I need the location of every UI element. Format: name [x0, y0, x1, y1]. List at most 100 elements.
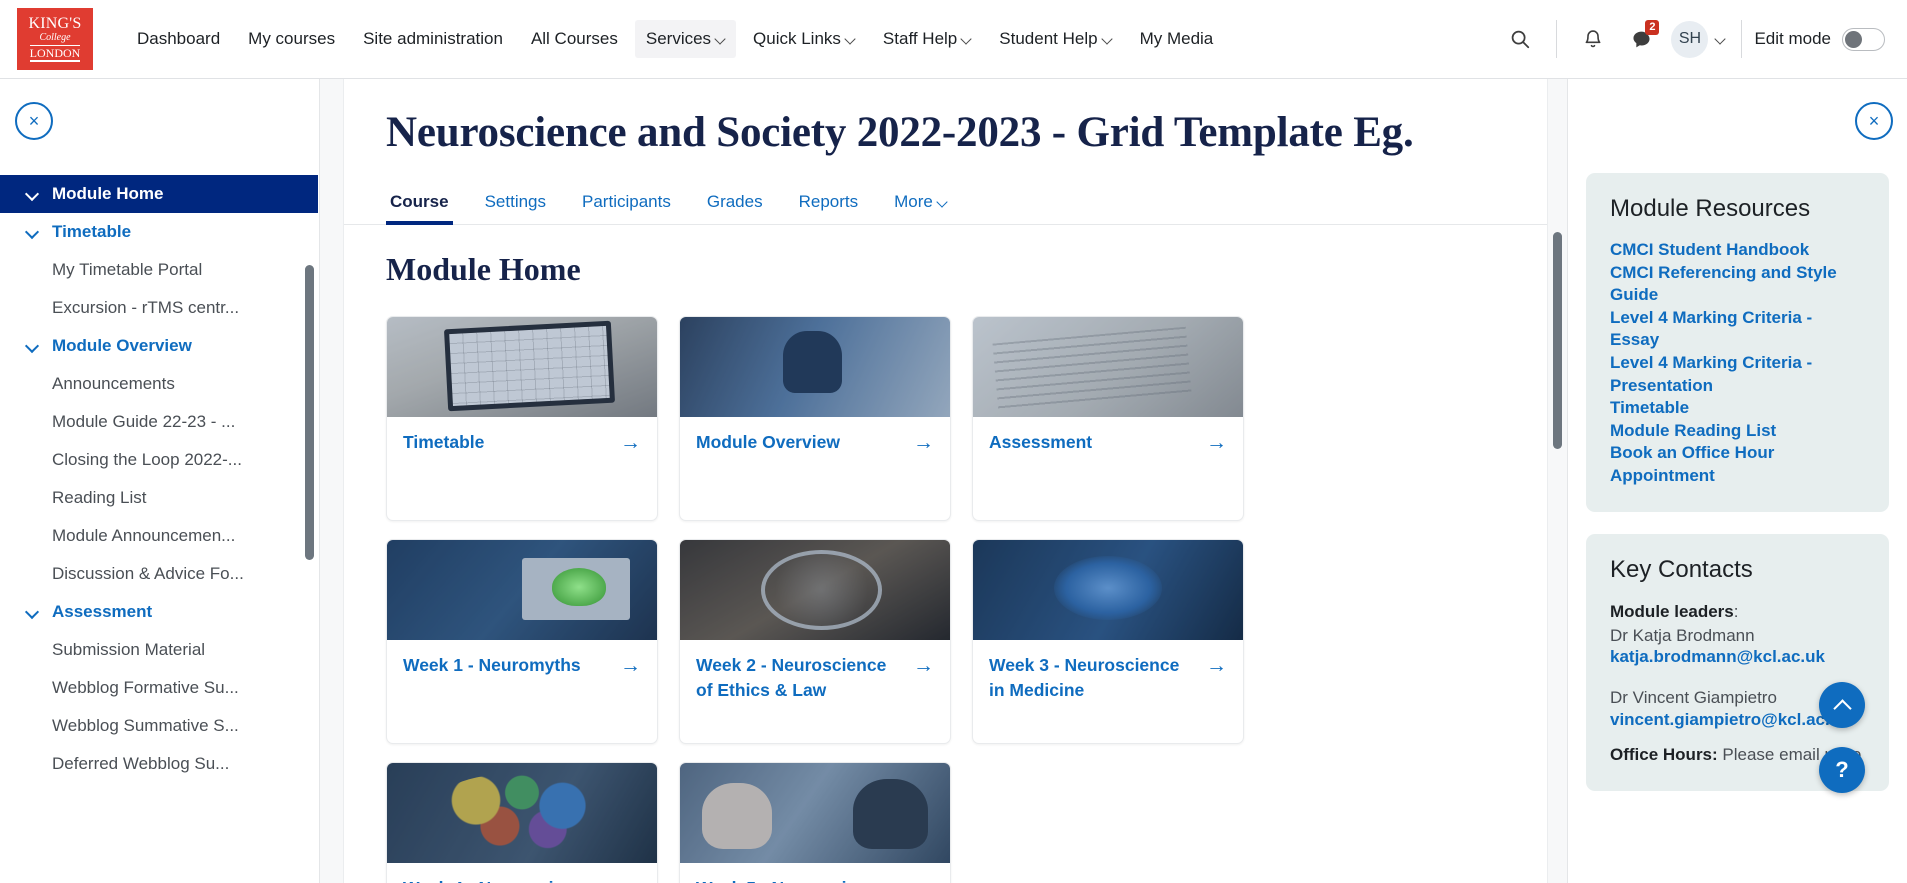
module-resource-link[interactable]: CMCI Student Handbook — [1610, 239, 1865, 262]
course-index-item-submission-material[interactable]: Submission Material — [0, 631, 318, 669]
course-index-item-webblog-summative-s[interactable]: Webblog Summative S... — [0, 707, 318, 745]
grid-card[interactable]: Week 5 - Neuroscience of Economics → — [679, 762, 951, 883]
contact-1-email[interactable]: katja.brodmann@kcl.ac.uk — [1610, 647, 1825, 666]
tab-settings[interactable]: Settings — [481, 192, 550, 224]
grid-card-title[interactable]: Module Overview — [696, 430, 905, 503]
grid-card-body: Week 5 - Neuroscience of Economics → — [680, 863, 950, 883]
image-overlay — [387, 763, 657, 863]
main-content-region: Neuroscience and Society 2022-2023 - Gri… — [320, 79, 1567, 883]
module-resource-link[interactable]: CMCI Referencing and Style Guide — [1610, 262, 1865, 307]
arrow-right-icon[interactable]: → — [1206, 430, 1227, 503]
course-index-item-deferred-webblog-su[interactable]: Deferred Webblog Su... — [0, 745, 318, 783]
kings-college-london-logo[interactable]: KING'S College LONDON — [17, 8, 93, 70]
arrow-right-icon[interactable]: → — [620, 430, 641, 503]
tab-label: Reports — [798, 192, 859, 211]
module-resource-link[interactable]: Level 4 Marking Criteria - Essay — [1610, 307, 1865, 352]
module-resources-links: CMCI Student Handbook CMCI Referencing an… — [1610, 239, 1865, 488]
contact-2-email[interactable]: vincent.giampietro@kcl.ac.uk — [1610, 710, 1850, 729]
office-hours-spacer — [1610, 730, 1865, 743]
arrow-right-icon[interactable]: → — [913, 430, 934, 503]
grid-card-title[interactable]: Week 2 - Neuroscience of Ethics & Law — [696, 653, 905, 726]
course-index-item-label: Reading List — [52, 488, 147, 507]
course-index-item-module-overview[interactable]: Module Overview — [0, 327, 318, 365]
tab-grades[interactable]: Grades — [703, 192, 767, 224]
course-index-item-assessment[interactable]: Assessment — [0, 593, 318, 631]
course-index-item-reading-list[interactable]: Reading List — [0, 479, 318, 517]
back-to-top-button[interactable] — [1819, 682, 1865, 728]
chevron-down-icon[interactable] — [26, 187, 40, 201]
module-resource-link[interactable]: Level 4 Marking Criteria - Presentation — [1610, 352, 1865, 397]
search-icon[interactable] — [1501, 20, 1539, 58]
grid-card[interactable]: Week 3 - Neuroscience in Medicine → — [972, 539, 1244, 744]
course-index-item-webblog-formative-su[interactable]: Webblog Formative Su... — [0, 669, 318, 707]
nav-link-services[interactable]: Services — [634, 20, 737, 58]
tab-reports[interactable]: Reports — [795, 192, 863, 224]
grid-card[interactable]: Timetable → — [386, 316, 658, 521]
bell-icon[interactable] — [1574, 20, 1612, 58]
message-bubble-icon[interactable]: 2 — [1622, 20, 1660, 58]
main-scrollbar[interactable] — [1553, 232, 1562, 449]
module-resource-link[interactable]: Timetable — [1610, 397, 1865, 420]
course-index-item-label: Submission Material — [52, 640, 206, 659]
nav-link-staff-help[interactable]: Staff Help — [872, 20, 982, 58]
nav-link-site-administration[interactable]: Site administration — [352, 20, 514, 58]
nav-link-label: Dashboard — [137, 29, 221, 48]
help-button[interactable]: ? — [1819, 747, 1865, 793]
course-index-item-announcements[interactable]: Announcements — [0, 365, 318, 403]
nav-link-all-courses[interactable]: All Courses — [520, 20, 629, 58]
grid-card-title[interactable]: Assessment — [989, 430, 1198, 503]
course-index-scrollbar[interactable] — [305, 265, 314, 560]
module-resource-link[interactable]: Book an Office Hour Appointment — [1610, 442, 1865, 487]
grid-card-title[interactable]: Timetable — [403, 430, 612, 503]
tab-more[interactable]: More — [890, 192, 951, 224]
nav-link-my-courses[interactable]: My courses — [237, 20, 346, 58]
grid-card-title[interactable]: Week 3 - Neuroscience in Medicine — [989, 653, 1198, 726]
grid-card-image — [680, 540, 950, 640]
course-index-item-module-announcemen[interactable]: Module Announcemen... — [0, 517, 318, 555]
grid-card[interactable]: Week 2 - Neuroscience of Ethics & Law → — [679, 539, 951, 744]
grid-card-title[interactable]: Week 1 - Neuromyths — [403, 653, 612, 726]
course-index-item-module-home[interactable]: Module Home — [0, 175, 318, 213]
edit-mode-toggle[interactable]: Edit mode — [1754, 27, 1885, 51]
image-overlay — [387, 540, 657, 640]
grid-card-image — [387, 763, 657, 863]
course-index-item-my-timetable-portal[interactable]: My Timetable Portal — [0, 251, 318, 289]
grid-card[interactable]: Module Overview → — [679, 316, 951, 521]
arrow-right-icon[interactable]: → — [913, 876, 934, 883]
module-resource-link[interactable]: Module Reading List — [1610, 420, 1865, 443]
edit-mode-label: Edit mode — [1754, 29, 1831, 48]
chevron-down-icon — [962, 35, 971, 44]
course-index-item-discussion-advice-fo[interactable]: Discussion & Advice Fo... — [0, 555, 318, 593]
tab-participants[interactable]: Participants — [578, 192, 675, 224]
course-index-item-timetable[interactable]: Timetable — [0, 213, 318, 251]
nav-link-student-help[interactable]: Student Help — [988, 20, 1122, 58]
grid-card[interactable]: Week 4 - Neuroscience of Consciousness &… — [386, 762, 658, 883]
nav-link-my-media[interactable]: My Media — [1129, 20, 1225, 58]
grid-card-image — [973, 317, 1243, 417]
course-index-item-excursion-rtms-centr[interactable]: Excursion - rTMS centr... — [0, 289, 318, 327]
course-index-item-closing-the-loop-2022[interactable]: Closing the Loop 2022-... — [0, 441, 318, 479]
tab-course[interactable]: Course — [386, 192, 453, 225]
close-block-drawer-button[interactable]: × — [1855, 102, 1893, 140]
arrow-right-icon[interactable]: → — [1206, 653, 1227, 726]
close-course-index-button[interactable]: × — [15, 102, 53, 140]
course-index-item-label: Webblog Summative S... — [52, 716, 239, 735]
arrow-right-icon[interactable]: → — [913, 653, 934, 726]
arrow-right-icon[interactable]: → — [620, 653, 641, 726]
chevron-down-icon[interactable] — [26, 225, 40, 239]
chevron-down-icon[interactable] — [26, 339, 40, 353]
module-resources-title: Module Resources — [1610, 195, 1811, 222]
grid-card[interactable]: Assessment → — [972, 316, 1244, 521]
chevron-down-icon[interactable] — [26, 605, 40, 619]
edit-mode-switch[interactable] — [1842, 27, 1885, 51]
nav-link-quick-links[interactable]: Quick Links — [742, 20, 866, 58]
user-menu[interactable]: SH — [1665, 18, 1729, 61]
arrow-right-icon[interactable]: → — [620, 876, 641, 883]
nav-link-dashboard[interactable]: Dashboard — [126, 20, 231, 58]
grid-card[interactable]: Week 1 - Neuromyths → — [386, 539, 658, 744]
course-index-item-module-guide-22-23[interactable]: Module Guide 22-23 - ... — [0, 403, 318, 441]
grid-card-title[interactable]: Week 5 - Neuroscience of Economics — [696, 876, 905, 883]
grid-card-title[interactable]: Week 4 - Neuroscience of Consciousness &… — [403, 876, 612, 883]
tab-label: Settings — [484, 192, 547, 211]
course-index-item-label: Closing the Loop 2022-... — [52, 450, 242, 469]
